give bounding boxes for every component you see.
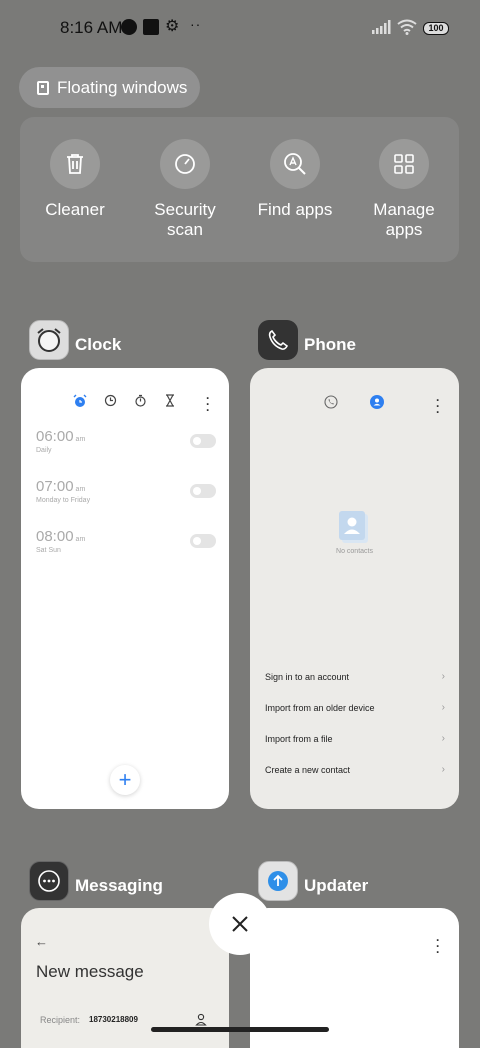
world-clock-tab-icon[interactable] <box>104 394 117 407</box>
chat-bubble-icon <box>38 870 60 892</box>
cleaner-label: Cleaner <box>45 200 105 219</box>
messaging-app-name: Messaging <box>75 876 163 895</box>
import-older-device-option[interactable]: Import from an older device › <box>265 702 445 713</box>
stopwatch-tab-icon[interactable] <box>134 394 147 407</box>
grid-icon <box>394 154 414 174</box>
trash-icon <box>67 154 83 174</box>
gear-icon: ⚙ <box>165 18 180 35</box>
add-alarm-button[interactable]: + <box>110 765 140 795</box>
alarm-time: 08:00 <box>36 528 74 545</box>
more-dots-icon: ·· <box>190 16 202 32</box>
phone-app-name: Phone <box>304 335 356 354</box>
update-arrow-icon <box>268 871 288 891</box>
phone-more-icon[interactable]: · · · <box>436 394 440 418</box>
new-message-title: New message <box>36 962 144 981</box>
security-scan-button[interactable]: Security scan <box>130 139 240 240</box>
theme-icon <box>121 19 137 35</box>
phone-app-icon[interactable] <box>258 320 298 360</box>
alarm-ampm: am <box>75 536 86 543</box>
updater-app-name: Updater <box>304 876 369 895</box>
status-time: 8:16 AM <box>60 18 123 37</box>
find-apps-label: Find apps <box>257 200 333 219</box>
alarm-row[interactable]: 06:00 am Daily <box>36 428 216 454</box>
option-label: Import from a file <box>265 734 333 744</box>
alarm-clock-icon <box>37 328 61 352</box>
home-indicator[interactable] <box>151 1027 329 1032</box>
phone-handset-icon <box>268 329 289 350</box>
alarm-tab-icon[interactable] <box>73 394 87 408</box>
option-label: Import from an older device <box>265 703 375 713</box>
floating-window-icon <box>37 80 49 95</box>
floating-windows-label: Floating windows <box>57 77 188 97</box>
back-arrow-icon[interactable]: ← <box>35 934 48 949</box>
chevron-right-icon: › <box>441 671 445 682</box>
close-all-button[interactable] <box>209 893 271 955</box>
recipient-label: Recipient: <box>40 1015 81 1025</box>
alarm-repeat: Monday to Friday <box>36 497 91 504</box>
wifi-icon <box>397 19 417 35</box>
messaging-app-icon[interactable] <box>29 861 69 901</box>
recents-tab-icon[interactable] <box>324 395 338 409</box>
alarm-toggle[interactable] <box>190 534 216 548</box>
clock-app-card[interactable]: · · · 06:00 am Daily 07:00 am Monday to Frid… <box>21 368 229 809</box>
quick-actions-panel: Cleaner Security scan Find apps Manage a… <box>20 117 459 262</box>
find-apps-icon <box>284 153 306 175</box>
alarm-time: 07:00 <box>36 478 74 495</box>
square-icon <box>143 19 159 35</box>
no-contacts-icon <box>339 511 368 543</box>
alarm-ampm: am <box>75 436 86 443</box>
contacts-tab-icon[interactable] <box>370 395 384 409</box>
chevron-right-icon: › <box>441 764 445 775</box>
alarm-toggle[interactable] <box>190 434 216 448</box>
create-contact-option[interactable]: Create a new contact › <box>265 764 445 775</box>
option-label: Create a new contact <box>265 765 351 775</box>
close-icon <box>232 916 248 932</box>
security-scan-icon <box>175 154 195 174</box>
alarm-ampm: am <box>75 486 86 493</box>
security-scan-label: Security scan <box>154 200 216 239</box>
clock-app-name: Clock <box>75 335 122 354</box>
clock-more-icon[interactable]: · · · <box>206 392 210 416</box>
sign-in-option[interactable]: Sign in to an account › <box>265 671 445 682</box>
alarm-toggle[interactable] <box>190 484 216 498</box>
floating-windows-button[interactable]: Floating windows <box>19 67 200 108</box>
alarm-row[interactable]: 08:00 am Sat Sun <box>36 528 216 554</box>
updater-app-icon[interactable] <box>258 861 298 901</box>
add-contact-icon[interactable] <box>195 1013 207 1026</box>
find-apps-button[interactable]: Find apps <box>240 139 350 220</box>
phone-app-card[interactable]: · · · No contacts Sign in to an account › I… <box>250 368 459 809</box>
updater-more-icon[interactable]: · · · <box>436 934 440 958</box>
signal-icon <box>372 20 391 34</box>
option-label: Sign in to an account <box>265 672 350 682</box>
cleaner-button[interactable]: Cleaner <box>20 139 130 220</box>
alarm-time: 06:00 <box>36 428 74 445</box>
clock-app-icon[interactable] <box>29 320 69 360</box>
recipient-value[interactable]: 18730218809 <box>89 1015 138 1024</box>
battery-icon: 100 <box>423 22 449 35</box>
chevron-right-icon: › <box>441 702 445 713</box>
manage-apps-label: Manage apps <box>373 200 435 239</box>
alarm-repeat: Daily <box>36 447 52 454</box>
import-file-option[interactable]: Import from a file › <box>265 733 445 744</box>
alarm-repeat: Sat Sun <box>36 547 61 554</box>
no-contacts-text: No contacts <box>336 548 373 555</box>
timer-tab-icon[interactable] <box>164 394 176 407</box>
alarm-row[interactable]: 07:00 am Monday to Friday <box>36 478 216 504</box>
chevron-right-icon: › <box>441 733 445 744</box>
manage-apps-button[interactable]: Manage apps <box>349 139 459 240</box>
